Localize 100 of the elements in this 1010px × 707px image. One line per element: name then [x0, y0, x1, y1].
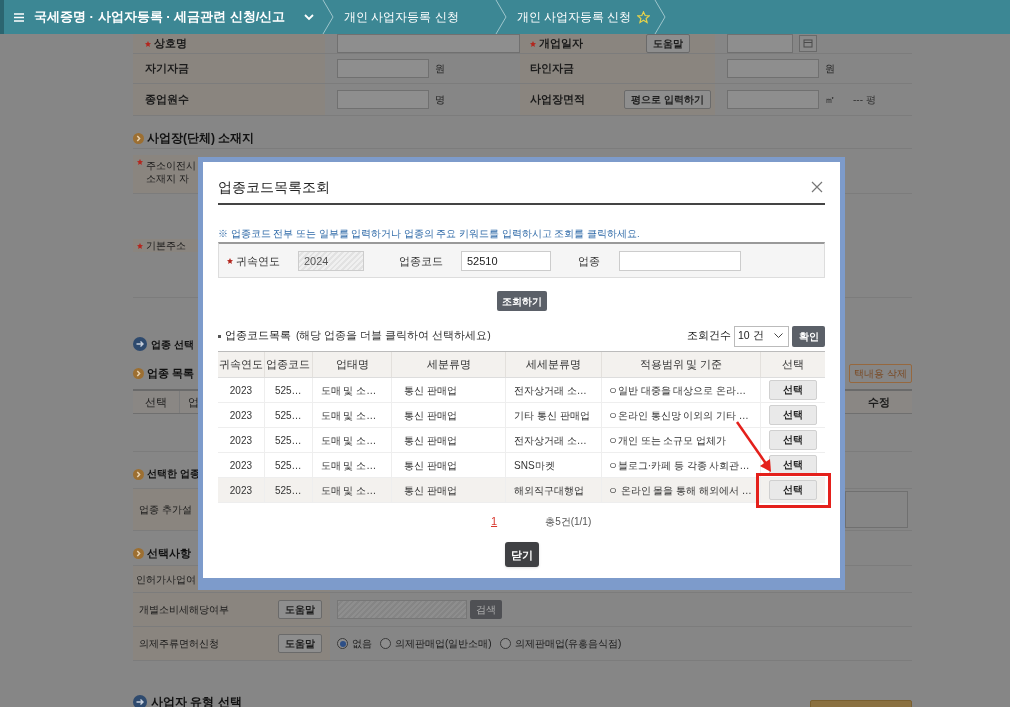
column-header: 업태명 — [312, 352, 393, 378]
section-bullet-icon — [133, 468, 144, 480]
list-title: 업종코드목록 — [225, 328, 291, 344]
column-header: 수정 — [866, 394, 891, 410]
field-label: 상호명 — [154, 36, 187, 52]
search-button[interactable]: 조회하기 — [496, 291, 547, 312]
hint-text: ※ 업종코드 전부 또는 일부를 입력하거나 업종의 주요 키워드를 입력하시고 조회를 클릭하세요. — [218, 227, 641, 241]
table-cell: 전자상거래 소… — [506, 378, 602, 403]
field-label: 주소이전시 소재지 자 — [146, 159, 196, 185]
section-title: 업종 목록 — [147, 365, 195, 381]
chevron-down-icon — [774, 333, 783, 340]
confirm-button[interactable]: 확인 — [792, 325, 825, 347]
breadcrumb-separator-icon — [654, 0, 667, 34]
table-cell: ㅇ일반 대중을 대상으로 온라… — [601, 378, 762, 403]
section-title: 업종 선택 — [151, 337, 194, 352]
table-cell: 2023 — [218, 453, 265, 478]
field-label: 업종 추가설 — [139, 503, 192, 517]
table-cell: 통신 판매업 — [392, 428, 507, 453]
menu-icon[interactable] — [14, 12, 24, 22]
table-cell: ㅇ 온라인 몰을 통해 해외에서 … — [601, 478, 762, 503]
section-arrow-icon — [133, 695, 147, 707]
menu-title[interactable]: 국세증명 · 사업자등록 · 세금관련 신청/신고 — [34, 7, 286, 27]
field-label: 개별소비세해당여부 — [139, 603, 229, 617]
table-cell: 도매 및 소… — [312, 453, 393, 478]
count-label: 조회건수 — [687, 328, 731, 344]
help-button[interactable]: 평으로 입력하기 — [624, 90, 711, 109]
table-cell: 도매 및 소… — [312, 428, 393, 453]
column-header: 세분류명 — [392, 352, 507, 378]
help-button[interactable]: 도움말 — [645, 34, 690, 53]
column-header: 적용범위 및 기준 — [601, 352, 762, 378]
column-header: 세세분류명 — [506, 352, 602, 378]
field-label: 기본주소 — [146, 239, 186, 252]
table-cell: SNS마켓 — [506, 453, 602, 478]
column-header: 선택 — [133, 391, 180, 413]
table-row[interactable]: 2023 525… 도매 및 소… 통신 판매업 SNS마켓 ㅇ블로그·카페 등 각종 사회관… 선택 — [218, 453, 825, 479]
breadcrumb-link[interactable]: 개인 사업자등록 신청 — [344, 8, 459, 26]
radio-option[interactable]: 없음 — [337, 636, 372, 651]
unit-label: 원 — [435, 62, 445, 76]
column-header: 업 — [187, 394, 198, 410]
input-field[interactable] — [727, 59, 819, 78]
star-icon[interactable] — [637, 10, 651, 24]
table-cell: 통신 판매업 — [392, 478, 507, 503]
input-field[interactable] — [337, 59, 429, 78]
search-button[interactable]: 검색 — [470, 600, 502, 619]
count-select[interactable]: 10 건 — [734, 325, 789, 347]
column-header: 선택 — [781, 356, 806, 372]
page-link[interactable]: 1 — [491, 513, 498, 530]
table-cell: 2023 — [218, 403, 265, 428]
table-row[interactable]: 2023 525… 도매 및 소… 통신 판매업 해외직구대행업 ㅇ 온라인 몰을 통해 해외에서 … 선택 — [218, 478, 825, 504]
table-cell: 525… — [264, 403, 313, 428]
help-button[interactable]: 도움말 — [278, 600, 322, 619]
section-title: 선택사항 — [147, 545, 191, 561]
section-arrow-icon — [133, 337, 147, 351]
table-cell: 2023 — [218, 478, 265, 503]
table-cell: 통신 판매업 — [392, 378, 507, 403]
field-label: 자기자금 — [145, 61, 189, 77]
table-row[interactable]: 2023 525… 도매 및 소… 통신 판매업 전자상거래 소… ㅇ개인 또는 소규모 업체가 선택 — [218, 428, 825, 454]
unit-label: --- 평 — [853, 93, 876, 107]
select-button[interactable]: 선택 — [769, 480, 818, 501]
section-bullet-icon — [133, 132, 144, 144]
table-cell: 해외직구대행업 — [506, 478, 602, 503]
input-field[interactable] — [727, 90, 819, 109]
field-label: 타인자금 — [530, 61, 574, 77]
text-area[interactable] — [845, 491, 908, 528]
input-field[interactable]: 52510 — [461, 250, 551, 271]
table-row[interactable]: 2023 525… 도매 및 소… 통신 판매업 전자상거래 소… ㅇ일반 대중을 대상으로 온라… 선택 — [218, 378, 825, 404]
radio-option[interactable]: 의제판매업(유흥음식점) — [499, 636, 622, 651]
table-cell: 통신 판매업 — [392, 403, 507, 428]
close-icon[interactable] — [811, 181, 823, 193]
table-cell: 2023 — [218, 428, 265, 453]
table-row[interactable]: 2023 525… 도매 및 소… 통신 판매업 기타 통신 판매업 ㅇ온라인 통신망 이외의 기타 … 선택 — [218, 403, 825, 429]
table-cell: 도매 및 소… — [312, 478, 393, 503]
calendar-icon[interactable] — [799, 35, 817, 52]
help-button[interactable]: 도움말 — [278, 634, 322, 653]
table-cell: ㅇ개인 또는 소규모 업체가 — [601, 428, 762, 453]
radio-option[interactable]: 의제판매업(일반소매) — [380, 636, 492, 651]
table-cell: 도매 및 소… — [312, 403, 393, 428]
chevron-down-icon[interactable] — [304, 13, 314, 21]
input-field[interactable] — [337, 34, 520, 53]
field-label: 의제주류면허신청 — [139, 637, 219, 651]
field-label: 귀속연도 — [236, 253, 280, 269]
field-label: 업종코드 — [399, 253, 443, 269]
select-button[interactable]: 선택 — [769, 380, 818, 401]
unit-label: ㎡ — [825, 93, 835, 107]
field-label: 개업일자 — [539, 36, 583, 52]
section-bullet-icon — [133, 547, 144, 559]
select-button[interactable]: 선택 — [769, 430, 818, 451]
breadcrumb-separator-icon — [322, 0, 334, 34]
table-cell: 도매 및 소… — [312, 378, 393, 403]
table-cell: 525… — [264, 453, 313, 478]
select-button[interactable]: 선택 — [769, 405, 818, 426]
field-label: 사업장면적 — [530, 92, 585, 108]
field-label: 종업원수 — [145, 92, 189, 108]
section-title: 사업장(단체) 소재지 — [147, 130, 255, 147]
input-field[interactable] — [337, 90, 429, 109]
dialog-title: 업종코드목록조회 — [218, 177, 330, 197]
unit-label: 원 — [825, 62, 835, 76]
breadcrumb-link[interactable]: 개인 사업자등록 신청 — [516, 8, 632, 26]
input-field[interactable] — [727, 34, 793, 53]
close-button[interactable]: 닫기 — [504, 542, 539, 568]
